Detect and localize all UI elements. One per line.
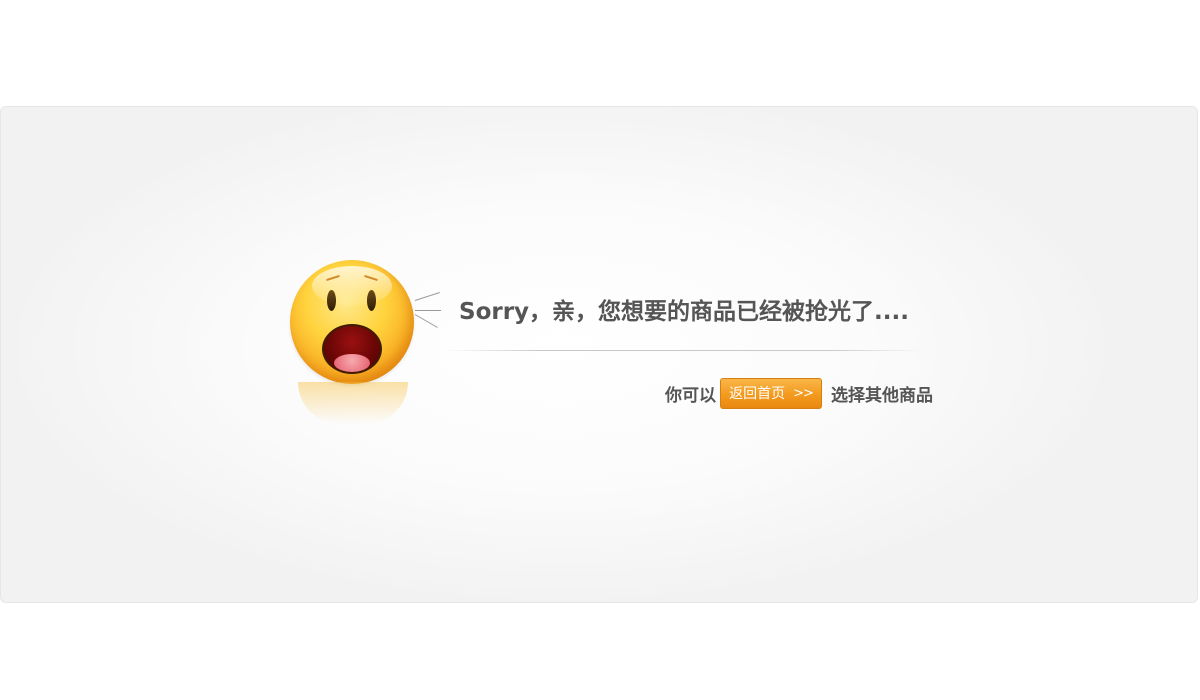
action-row: 你可以 返回首页 >> 选择其他商品 [665, 376, 933, 410]
emoji-eye-left [327, 290, 336, 311]
back-home-label: 返回首页 [729, 386, 786, 402]
emoji-mouth [322, 324, 382, 374]
double-chevron-right-icon: >> [793, 385, 814, 401]
exclamation-lines-icon [414, 291, 445, 330]
back-home-button[interactable]: 返回首页 >> [720, 377, 822, 409]
shocked-emoji-icon [290, 260, 414, 384]
divider [446, 350, 922, 351]
page-title: Sorry，亲，您想要的商品已经被抢光了.... [459, 299, 909, 325]
emoji-eye-right [367, 290, 376, 311]
error-panel [0, 106, 1198, 603]
hint-suffix: 选择其他商品 [831, 385, 933, 406]
emoji-highlight [312, 266, 392, 306]
emoji-tongue [334, 354, 370, 372]
hint-prefix: 你可以 [665, 385, 716, 406]
